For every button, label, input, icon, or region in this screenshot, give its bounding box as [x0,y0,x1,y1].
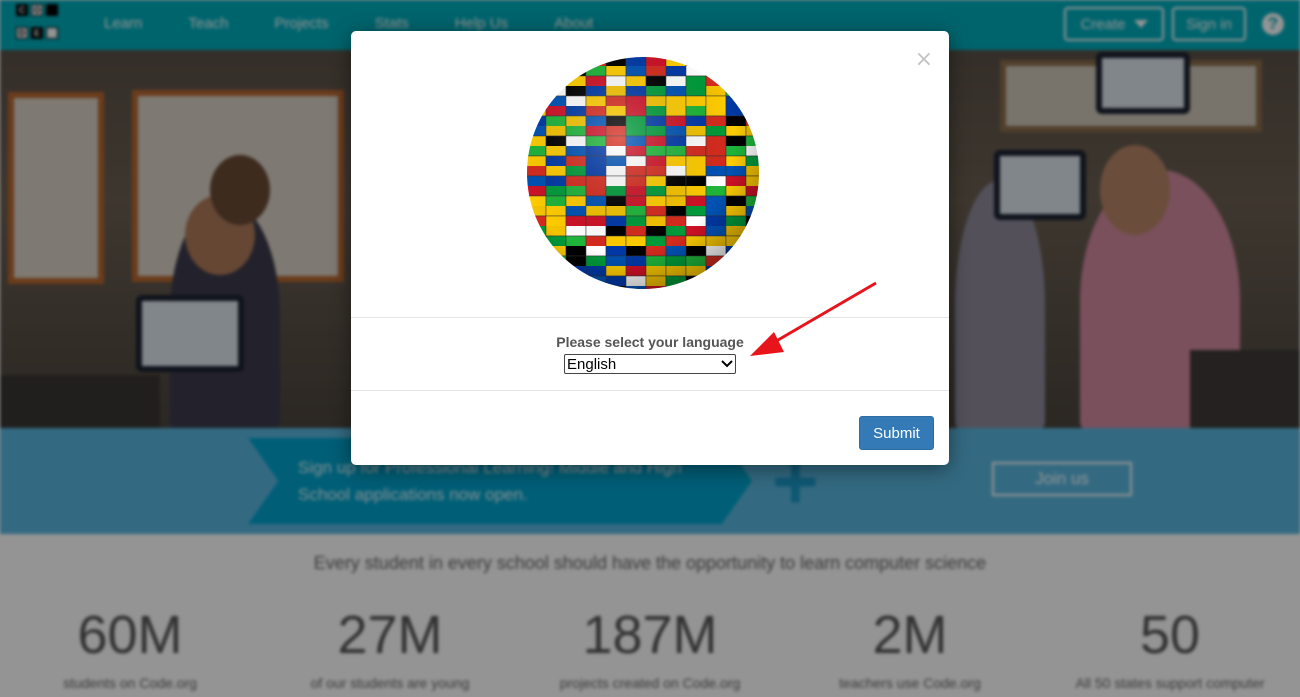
modal-divider [351,390,949,391]
annotation-arrow-icon [750,281,877,356]
submit-button[interactable]: Submit [859,416,934,450]
language-select[interactable]: English [564,354,736,374]
close-icon[interactable]: × [915,49,933,71]
language-select-modal: × Please select your language English Su… [351,31,949,465]
flag-globe-icon [526,56,760,290]
language-select-value: English [567,355,617,373]
chevron-down-icon [721,360,733,368]
